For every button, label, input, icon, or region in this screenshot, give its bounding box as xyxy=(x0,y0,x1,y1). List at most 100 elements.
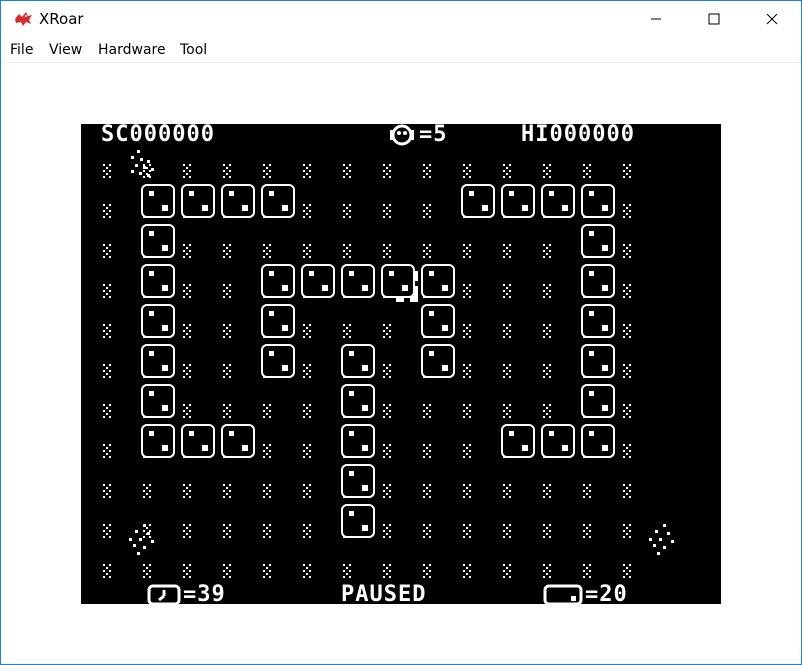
floor-dot xyxy=(229,530,231,532)
floor-dot xyxy=(349,210,351,212)
floor-dot xyxy=(463,376,465,378)
floor-dot xyxy=(389,536,391,538)
block-highlight xyxy=(149,311,154,316)
floor-dot xyxy=(146,573,148,575)
floor-dot xyxy=(186,493,188,495)
floor-dot xyxy=(106,293,108,295)
floor-dot xyxy=(146,567,148,569)
floor-dot xyxy=(429,576,431,578)
floor-dot xyxy=(223,490,225,492)
floor-dot xyxy=(183,290,185,292)
maximize-button[interactable] xyxy=(685,1,743,37)
floor-dot xyxy=(189,290,191,292)
floor-dot xyxy=(506,487,508,489)
floor-dot xyxy=(423,204,425,206)
floor-dot xyxy=(263,496,265,498)
floor-dot xyxy=(389,564,391,566)
floor-dot xyxy=(386,327,388,329)
floor-dot xyxy=(103,536,105,538)
floor-dot xyxy=(386,247,388,249)
floor-dot xyxy=(189,170,191,172)
floor-dot xyxy=(506,327,508,329)
floor-dot xyxy=(109,410,111,412)
floor-dot xyxy=(106,447,108,449)
floor-dot xyxy=(229,490,231,492)
floor-dot xyxy=(469,284,471,286)
floor-dot xyxy=(386,367,388,369)
block-highlight xyxy=(349,271,354,276)
floor-dot xyxy=(303,450,305,452)
floor-dot xyxy=(343,216,345,218)
floor-dot xyxy=(183,536,185,538)
floor-dot xyxy=(543,570,545,572)
floor-dot xyxy=(463,490,465,492)
floor-dot xyxy=(103,530,105,532)
titlebar[interactable]: XRoar xyxy=(1,1,801,37)
floor-dot xyxy=(429,536,431,538)
floor-dot xyxy=(429,164,431,166)
floor-dot xyxy=(629,210,631,212)
floor-dot xyxy=(509,576,511,578)
floor-dot xyxy=(383,484,385,486)
floor-dot xyxy=(183,410,185,412)
floor-dot xyxy=(503,376,505,378)
close-button[interactable] xyxy=(743,1,801,37)
menu-hardware[interactable]: Hardware xyxy=(98,42,166,58)
floor-dot xyxy=(186,333,188,335)
minimize-button[interactable] xyxy=(627,1,685,37)
floor-dot xyxy=(549,370,551,372)
floor-dot xyxy=(306,247,308,249)
menu-tool[interactable]: Tool xyxy=(180,42,207,58)
floor-dot xyxy=(189,564,191,566)
floor-dot xyxy=(229,244,231,246)
floor-dot xyxy=(389,336,391,338)
floor-dot xyxy=(223,284,225,286)
floor-dot xyxy=(266,253,268,255)
floor-dot xyxy=(389,364,391,366)
floor-dot xyxy=(143,484,145,486)
floor-dot xyxy=(429,490,431,492)
floor-dot xyxy=(549,364,551,366)
floor-dot xyxy=(463,530,465,532)
floor-dot xyxy=(109,484,111,486)
floor-dot xyxy=(109,164,111,166)
menu-file[interactable]: File xyxy=(10,42,33,58)
floor-dot xyxy=(589,176,591,178)
floor-dot xyxy=(103,576,105,578)
floor-dot xyxy=(189,330,191,332)
floor-dot xyxy=(183,164,185,166)
floor-dot xyxy=(626,527,628,529)
floor-dot xyxy=(229,250,231,252)
floor-dot xyxy=(183,564,185,566)
block-highlight xyxy=(402,285,408,291)
floor-dot xyxy=(183,376,185,378)
floor-dot xyxy=(506,253,508,255)
block-highlight xyxy=(602,205,608,211)
floor-dot xyxy=(389,164,391,166)
floor-dot xyxy=(189,404,191,406)
floor-dot xyxy=(543,404,545,406)
floor-dot xyxy=(463,296,465,298)
floor-dot xyxy=(469,490,471,492)
floor-dot xyxy=(423,410,425,412)
floor-dot xyxy=(143,496,145,498)
ice-block xyxy=(341,464,375,498)
emulator-screen[interactable]: SC000000 =5 HI000000 =39 PAUSED =20 xyxy=(81,124,721,606)
floor-dot xyxy=(626,413,628,415)
floor-dot xyxy=(386,213,388,215)
floor-dot xyxy=(423,570,425,572)
floor-dot xyxy=(266,453,268,455)
floor-dot xyxy=(586,533,588,535)
floor-dot xyxy=(509,404,511,406)
floor-dot xyxy=(543,484,545,486)
floor-dot xyxy=(466,333,468,335)
floor-dot xyxy=(186,567,188,569)
floor-dot xyxy=(223,250,225,252)
floor-dot xyxy=(266,173,268,175)
block-highlight xyxy=(349,471,354,476)
floor-dot xyxy=(186,413,188,415)
floor-dot xyxy=(229,296,231,298)
block-highlight xyxy=(509,431,514,436)
menu-view[interactable]: View xyxy=(49,42,82,58)
floor-dot xyxy=(186,253,188,255)
